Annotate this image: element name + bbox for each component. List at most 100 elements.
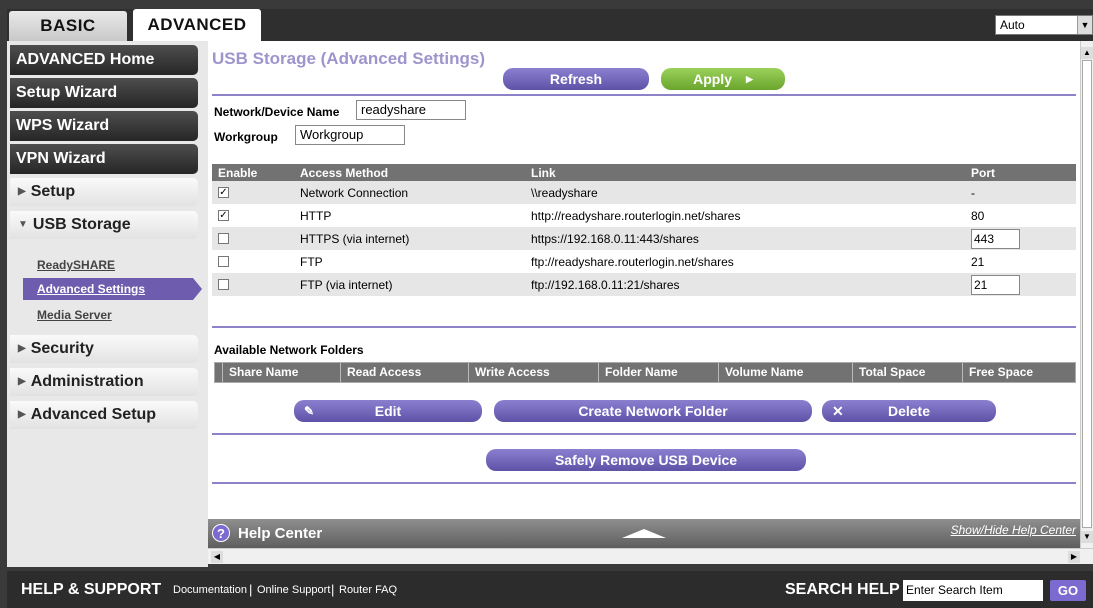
nav-security[interactable]: ▶ Security	[10, 335, 198, 363]
folders-section-label: Available Network Folders	[214, 343, 364, 357]
language-select-value: Auto	[1000, 18, 1025, 32]
enable-cell	[218, 273, 229, 296]
device-name-label: Network/Device Name	[214, 105, 340, 119]
nav-sub-media-server[interactable]: Media Server	[37, 308, 112, 322]
table-row: FTP ftp://readyshare.routerlogin.net/shar…	[212, 250, 1076, 273]
divider	[212, 433, 1076, 435]
divider	[212, 326, 1076, 328]
port-input[interactable]: 443	[971, 228, 1020, 249]
create-folder-button[interactable]: Create Network Folder	[494, 400, 812, 422]
nav-sub-advanced-settings[interactable]: Advanced Settings	[37, 282, 145, 296]
header-read-access: Read Access	[341, 363, 469, 382]
link-router-faq[interactable]: Router FAQ	[339, 584, 397, 596]
chevron-up-icon[interactable]	[622, 529, 666, 538]
safely-remove-button[interactable]: Safely Remove USB Device	[486, 449, 806, 471]
link-separator: |	[249, 582, 253, 597]
vertical-scrollbar[interactable]: ▲ ▼	[1080, 41, 1093, 548]
delete-button[interactable]: ✕ Delete	[822, 400, 996, 422]
collapsed-triangle-icon: ▶	[18, 186, 26, 197]
nav-sub-readyshare[interactable]: ReadySHARE	[37, 258, 115, 272]
nav-administration[interactable]: ▶ Administration	[10, 368, 198, 396]
horizontal-scrollbar[interactable]: ◀ ▶	[208, 548, 1093, 564]
enable-cell	[218, 250, 229, 273]
scroll-left-icon[interactable]: ◀	[211, 551, 223, 563]
header-enable: Enable	[218, 165, 258, 180]
header-free-space: Free Space	[969, 365, 1034, 379]
expanded-triangle-icon: ▼	[18, 219, 28, 230]
nav-advanced-home[interactable]: ADVANCED Home	[10, 45, 198, 75]
scroll-up-icon[interactable]: ▲	[1081, 47, 1093, 59]
arrow-right-icon: ▶	[745, 73, 753, 84]
nav-setup[interactable]: ▶ Setup	[10, 178, 198, 206]
access-method-table: Enable Access Method Link Port ✓ Network …	[212, 164, 1076, 296]
device-name-input[interactable]: readyshare	[356, 100, 466, 120]
folders-table-header: Share Name Read Access Write Access Fold…	[214, 362, 1076, 383]
scroll-down-icon[interactable]: ▼	[1081, 531, 1093, 543]
workgroup-input[interactable]: Workgroup	[295, 125, 405, 145]
divider	[212, 94, 1076, 96]
access-method-cell: HTTP	[300, 208, 332, 223]
nav-advanced-setup[interactable]: ▶ Advanced Setup	[10, 401, 198, 429]
scroll-thumb[interactable]	[1082, 60, 1092, 528]
chevron-down-icon: ▼	[1077, 16, 1092, 34]
link-cell: ftp://192.168.0.11:21/shares	[531, 277, 680, 292]
link-cell: https://192.168.0.11:443/shares	[531, 231, 699, 246]
checkbox-unchecked[interactable]	[218, 279, 229, 290]
nav-setup-wizard[interactable]: Setup Wizard	[10, 78, 198, 108]
checkbox-unchecked[interactable]	[218, 256, 229, 267]
port-cell: 443	[971, 227, 1020, 250]
pencil-icon: ✎	[304, 404, 315, 418]
header-link: Link	[531, 165, 556, 180]
search-go-button[interactable]: GO	[1050, 580, 1086, 601]
port-value: 21	[971, 254, 985, 269]
header-port: Port	[971, 165, 995, 180]
port-input[interactable]: 21	[971, 274, 1020, 295]
access-method-cell: HTTPS (via internet)	[300, 231, 410, 246]
tab-advanced[interactable]: ADVANCED	[133, 9, 261, 41]
router-admin-window: BASIC ADVANCED Auto ▼ ADVANCED Home Setu…	[0, 0, 1093, 608]
collapsed-triangle-icon: ▶	[18, 376, 26, 387]
table-row: HTTPS (via internet) https://192.168.0.11…	[212, 227, 1076, 250]
top-tab-bar: BASIC ADVANCED Auto ▼	[7, 9, 1093, 41]
footer: HELP & SUPPORT Documentation | Online Su…	[7, 571, 1093, 608]
header-share-name: Share Name	[223, 363, 341, 382]
main-content: USB Storage (Advanced Settings) Refresh …	[208, 41, 1080, 519]
page-title: USB Storage (Advanced Settings)	[212, 49, 485, 68]
table-row: ✓ Network Connection \\readyshare -	[212, 181, 1076, 204]
active-arrow-icon	[193, 278, 202, 300]
tab-basic[interactable]: BASIC	[9, 11, 127, 41]
header-access-method: Access Method	[300, 165, 389, 180]
nav-advanced-setup-label: Advanced Setup	[30, 406, 157, 423]
link-documentation[interactable]: Documentation	[173, 584, 247, 596]
header-folder-name: Folder Name	[599, 363, 719, 382]
collapsed-triangle-icon: ▶	[18, 409, 26, 420]
table-body: ✓ Network Connection \\readyshare - ✓ HTTP htt…	[212, 181, 1076, 296]
nav-wps-wizard[interactable]: WPS Wizard	[10, 111, 198, 141]
nav-usb-storage[interactable]: ▼ USB Storage	[10, 211, 198, 239]
refresh-button[interactable]: Refresh	[503, 68, 649, 90]
nav-vpn-wizard[interactable]: VPN Wizard	[10, 144, 198, 174]
apply-button[interactable]: Apply ▶	[661, 68, 785, 90]
nav-usb-storage-label: USB Storage	[32, 216, 131, 233]
search-input[interactable]: Enter Search Item	[903, 580, 1043, 601]
table-header: Enable Access Method Link Port	[212, 164, 1076, 181]
checkbox-checked[interactable]: ✓	[218, 210, 229, 221]
access-method-cell: FTP (via internet)	[300, 277, 393, 292]
nav-setup-label: Setup	[30, 183, 76, 200]
help-icon: ?	[212, 524, 230, 542]
scroll-right-icon[interactable]: ▶	[1068, 551, 1080, 563]
toggle-help-link[interactable]: Show/Hide Help Center	[951, 523, 1076, 537]
checkbox-checked[interactable]: ✓	[218, 187, 229, 198]
edit-button-label: Edit	[374, 403, 402, 419]
delete-button-label: Delete	[887, 403, 931, 419]
checkbox-unchecked[interactable]	[218, 233, 229, 244]
link-online-support[interactable]: Online Support	[257, 584, 330, 596]
nav-administration-label: Administration	[30, 373, 144, 390]
edit-button[interactable]: ✎ Edit	[294, 400, 482, 422]
access-method-cell: FTP	[300, 254, 323, 269]
link-cell: http://readyshare.routerlogin.net/shares	[531, 208, 741, 223]
divider	[212, 482, 1076, 484]
language-select[interactable]: Auto ▼	[995, 15, 1093, 35]
close-icon: ✕	[832, 402, 844, 419]
apply-button-label: Apply	[693, 71, 732, 87]
